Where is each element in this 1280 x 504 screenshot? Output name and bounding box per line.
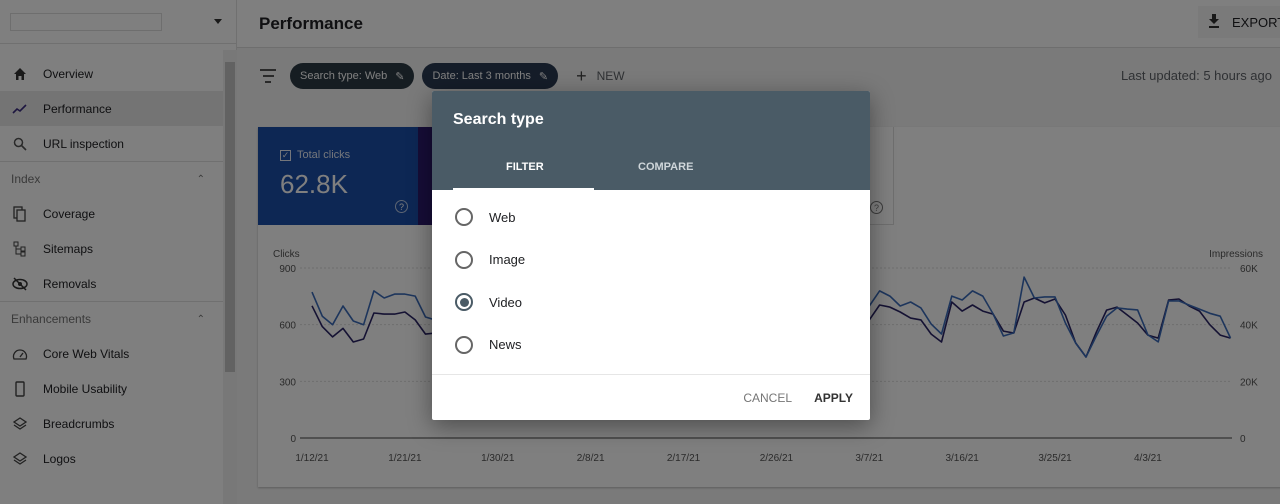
radio-button[interactable] (455, 250, 473, 269)
option-image[interactable]: Image (432, 239, 870, 282)
option-news[interactable]: News (432, 324, 870, 367)
option-label: Video (489, 294, 523, 310)
dialog-header: Search type FILTER COMPARE (432, 91, 870, 190)
dialog-footer: CANCEL APPLY (432, 374, 870, 420)
tab-compare[interactable]: COMPARE (638, 161, 693, 173)
option-label: Web (489, 209, 516, 225)
option-label: News (489, 337, 522, 353)
apply-button[interactable]: APPLY (814, 391, 853, 405)
search-type-dialog: Search type FILTER COMPARE Web Image Vid… (432, 91, 870, 420)
option-video[interactable]: Video (432, 281, 870, 324)
tab-filter[interactable]: FILTER (506, 161, 544, 173)
active-tab-indicator (453, 188, 594, 190)
search-type-options: Web Image Video News (432, 190, 870, 366)
radio-button[interactable] (455, 335, 473, 354)
dialog-title: Search type (453, 111, 544, 128)
radio-button[interactable] (455, 208, 473, 227)
option-web[interactable]: Web (432, 196, 870, 239)
radio-button-selected[interactable] (455, 293, 473, 312)
option-label: Image (489, 252, 526, 268)
cancel-button[interactable]: CANCEL (743, 391, 792, 405)
search-console-app: Overview Performance URL inspection Inde… (0, 0, 1280, 504)
